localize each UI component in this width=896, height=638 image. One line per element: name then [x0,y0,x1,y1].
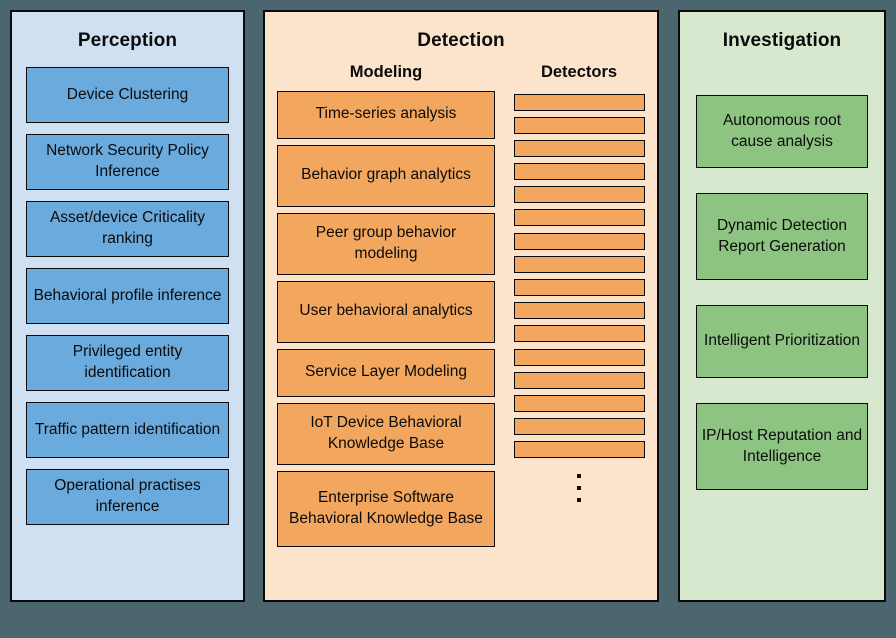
perception-item-traffic-pattern-identification[interactable]: Traffic pattern identification [26,402,229,458]
detectors-bar-list [513,93,645,502]
modeling-item-peer-group-behavior-modeling[interactable]: Peer group behavior modeling [277,212,495,275]
modeling-item-service-layer-modeling[interactable]: Service Layer Modeling [277,348,495,397]
investigation-item-dynamic-detection-report-generation[interactable]: Dynamic Detection Report Generation [696,193,868,280]
detector-bar[interactable] [513,209,645,227]
ellipsis-dot [577,497,581,502]
perception-item-operational-practises-inference[interactable]: Operational practises inference [26,469,229,525]
detector-bar[interactable] [513,163,645,181]
detection-panel: Detection Modeling Time-series analysis … [263,10,659,602]
detector-bar[interactable] [513,255,645,273]
detector-bar[interactable] [513,116,645,134]
modeling-item-user-behavioral-analytics[interactable]: User behavioral analytics [277,280,495,343]
investigation-item-list: Autonomous root cause analysis Dynamic D… [696,50,868,490]
detectors-vertical-ellipsis-icon [514,473,645,502]
modeling-item-time-series-analysis[interactable]: Time-series analysis [277,90,495,139]
modeling-item-enterprise-software-behavioral-knowledge-base[interactable]: Enterprise Software Behavioral Knowledge… [277,470,495,547]
detector-bar[interactable] [513,441,645,459]
detector-bar[interactable] [513,348,645,366]
detection-columns: Modeling Time-series analysis Behavior g… [265,50,657,638]
detector-bar[interactable] [513,394,645,412]
detector-bar[interactable] [513,232,645,250]
investigation-item-intelligent-prioritization[interactable]: Intelligent Prioritization [696,305,868,378]
modeling-column: Modeling Time-series analysis Behavior g… [277,64,495,638]
detectors-subtitle: Detectors [540,63,618,81]
detector-bar[interactable] [513,325,645,343]
detectors-column: Detectors [513,64,645,638]
detector-bar[interactable] [513,371,645,389]
detector-bar[interactable] [513,418,645,436]
perception-item-asset-device-criticality-ranking[interactable]: Asset/device Criticality ranking [26,201,229,257]
detector-bar[interactable] [513,93,645,111]
perception-item-privileged-entity-identification[interactable]: Privileged entity identification [26,335,229,391]
detector-bar[interactable] [513,302,645,320]
modeling-item-iot-device-behavioral-knowledge-base[interactable]: IoT Device Behavioral Knowledge Base [277,402,495,465]
perception-item-network-security-policy-inference[interactable]: Network Security Policy Inference [26,134,229,190]
ellipsis-dot [577,485,581,490]
investigation-item-ip-host-reputation-and-intelligence[interactable]: IP/Host Reputation and Intelligence [696,403,868,490]
investigation-title: Investigation [722,30,842,51]
investigation-panel: Investigation Autonomous root cause anal… [678,10,886,602]
detector-bar[interactable] [513,186,645,204]
detector-bar[interactable] [513,139,645,157]
perception-panel: Perception Device Clustering Network Sec… [10,10,245,602]
modeling-item-behavior-graph-analytics[interactable]: Behavior graph analytics [277,144,495,207]
investigation-item-autonomous-root-cause-analysis[interactable]: Autonomous root cause analysis [696,95,868,168]
perception-item-behavioral-profile-inference[interactable]: Behavioral profile inference [26,268,229,324]
modeling-subtitle: Modeling [349,63,423,81]
modeling-item-list: Time-series analysis Behavior graph anal… [277,90,495,547]
architecture-diagram: Perception Device Clustering Network Sec… [0,0,896,623]
perception-item-device-clustering[interactable]: Device Clustering [26,67,229,123]
detector-bar[interactable] [513,279,645,296]
detection-title: Detection [417,30,505,51]
perception-title: Perception [77,30,178,51]
ellipsis-dot [577,473,581,478]
perception-item-list: Device Clustering Network Security Polic… [26,50,229,525]
